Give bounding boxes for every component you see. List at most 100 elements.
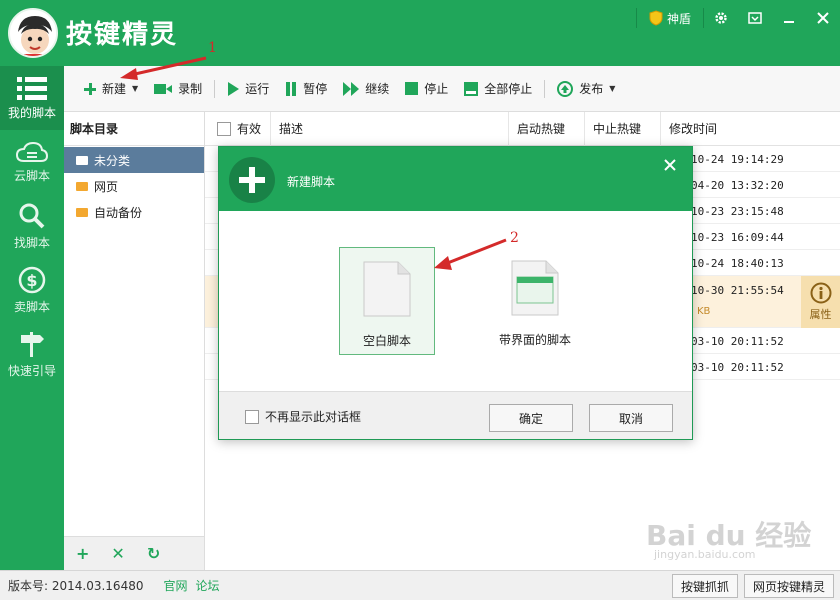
nav-my-scripts[interactable]: 我的脚本 <box>0 66 64 130</box>
dont-show-checkbox[interactable] <box>245 409 259 424</box>
minimize-button[interactable] <box>772 0 806 36</box>
stop-all-button[interactable]: 全部停止 <box>456 74 540 104</box>
publish-label: 发布 <box>579 82 604 96</box>
app-title: 按键精灵 <box>66 20 179 50</box>
list-icon <box>17 76 47 100</box>
row-time: 04-20 13:32:20 <box>691 179 784 192</box>
dialog-footer: 不再显示此对话框 确定 取消 <box>219 391 692 439</box>
add-folder-icon[interactable]: + <box>76 544 89 563</box>
new-button[interactable]: 新建 ▼ <box>76 74 146 104</box>
stop-label: 停止 <box>424 82 449 96</box>
dont-show-label: 不再显示此对话框 <box>265 410 362 424</box>
delete-folder-icon[interactable]: ✕ <box>111 544 124 563</box>
new-script-dialog: 新建脚本 空白脚本 带界面的脚本 不再显示此对话框 确定 取消 <box>218 146 693 440</box>
row-time: 10-24 19:14:29 <box>691 153 784 166</box>
publish-icon <box>557 80 574 97</box>
folder-web[interactable]: 网页 <box>64 173 204 199</box>
refresh-icon[interactable]: ↻ <box>147 544 160 563</box>
nav-label: 云脚本 <box>13 168 50 183</box>
ui-script-option[interactable]: 带界面的脚本 <box>479 247 591 355</box>
dialog-body: 空白脚本 带界面的脚本 <box>219 211 692 391</box>
header-stop-hotkey[interactable]: 中止热键 <box>585 111 661 146</box>
stop-all-icon <box>464 81 479 96</box>
status-buttons: 按键抓抓 网页按键精灵 <box>671 574 834 598</box>
ok-button[interactable]: 确定 <box>489 404 573 432</box>
video-camera-icon <box>154 83 173 94</box>
dollar-icon: $ <box>18 266 46 293</box>
blank-script-label: 空白脚本 <box>362 334 411 348</box>
row-time: 03-10 20:11:52 <box>691 335 784 348</box>
blank-document-icon <box>363 261 411 317</box>
close-button[interactable] <box>806 0 840 36</box>
select-all-checkbox[interactable] <box>217 121 231 136</box>
window-menu-icon <box>748 12 762 24</box>
dialog-close-button[interactable] <box>664 155 676 176</box>
cancel-button[interactable]: 取消 <box>589 404 673 432</box>
ui-script-label: 带界面的脚本 <box>498 333 571 347</box>
dont-show-again[interactable]: 不再显示此对话框 <box>245 408 361 425</box>
avatar[interactable] <box>8 8 58 58</box>
folder-label: 未分类 <box>94 153 131 168</box>
key-capture-button[interactable]: 按键抓抓 <box>671 574 738 598</box>
pause-button[interactable]: 暂停 <box>277 74 335 104</box>
stop-button[interactable]: 停止 <box>397 74 456 104</box>
avatar-face-icon <box>11 11 56 56</box>
annotation-number-2: 2 <box>510 230 519 246</box>
folder-auto-backup[interactable]: 自动备份 <box>64 199 204 225</box>
close-icon <box>817 12 829 24</box>
forum-link[interactable]: 论坛 <box>196 577 220 594</box>
ui-document-icon <box>511 260 559 316</box>
divider <box>544 79 546 98</box>
header-start-hotkey[interactable]: 启动热键 <box>509 111 585 146</box>
blank-script-option[interactable]: 空白脚本 <box>339 247 435 355</box>
cloud-icon <box>16 141 48 162</box>
shield-icon <box>649 10 663 26</box>
annotation-number-1: 1 <box>208 40 217 56</box>
pause-label: 暂停 <box>303 82 328 96</box>
nav-sell-scripts[interactable]: $ 卖脚本 <box>0 258 64 322</box>
divider <box>214 79 216 98</box>
folder-icon <box>76 155 88 165</box>
stop-icon <box>405 82 419 95</box>
baidu-watermark-url: jingyan.baidu.com <box>654 548 756 561</box>
directory-actions: + ✕ ↻ <box>64 536 204 570</box>
row-time: 10-24 18:40:13 <box>691 257 784 270</box>
properties-label: 属性 <box>809 308 832 321</box>
chevron-down-icon: ▼ <box>132 84 139 93</box>
fast-forward-icon <box>343 81 360 96</box>
nav-find-scripts[interactable]: 找脚本 <box>0 194 64 258</box>
properties-button[interactable]: 属性 <box>801 276 840 328</box>
signpost-icon <box>21 331 44 357</box>
dialog-header: 新建脚本 <box>219 147 692 211</box>
header-description[interactable]: 描述 <box>271 111 509 146</box>
nav-cloud-scripts[interactable]: 云脚本 <box>0 130 64 194</box>
folder-label: 自动备份 <box>94 205 143 220</box>
stop-all-label: 全部停止 <box>484 82 533 96</box>
folder-uncategorized[interactable]: 未分类 <box>64 147 204 173</box>
web-macro-button[interactable]: 网页按键精灵 <box>743 574 834 598</box>
script-directory: 脚本目录 未分类 网页 自动备份 + ✕ ↻ <box>64 112 205 570</box>
folder-label: 网页 <box>94 179 119 194</box>
minimize-icon <box>784 21 794 23</box>
run-button[interactable]: 运行 <box>219 74 277 104</box>
header-enabled[interactable]: 有效 <box>205 111 271 146</box>
header-modified-time[interactable]: 修改时间 <box>661 112 840 146</box>
official-site-link[interactable]: 官网 <box>163 577 187 594</box>
nav-label: 找脚本 <box>13 235 50 250</box>
window-controls: 神盾 <box>635 0 840 36</box>
nav-label: 卖脚本 <box>13 299 50 314</box>
plus-icon <box>239 167 265 193</box>
nav-quick-guide[interactable]: 快速引导 <box>0 322 64 386</box>
shield-button[interactable]: 神盾 <box>637 10 703 27</box>
continue-label: 继续 <box>365 82 390 96</box>
continue-button[interactable]: 继续 <box>335 74 397 104</box>
record-button[interactable]: 录制 <box>146 74 210 104</box>
publish-button[interactable]: 发布 ▼ <box>549 74 623 104</box>
row-time: 10-23 16:09:44 <box>691 231 784 244</box>
row-time: 10-23 23:15:48 <box>691 205 784 218</box>
nav-label: 我的脚本 <box>7 105 56 120</box>
folder-icon <box>76 181 88 191</box>
run-label: 运行 <box>245 82 270 96</box>
settings-button[interactable] <box>704 0 738 36</box>
skin-button[interactable] <box>738 0 772 36</box>
